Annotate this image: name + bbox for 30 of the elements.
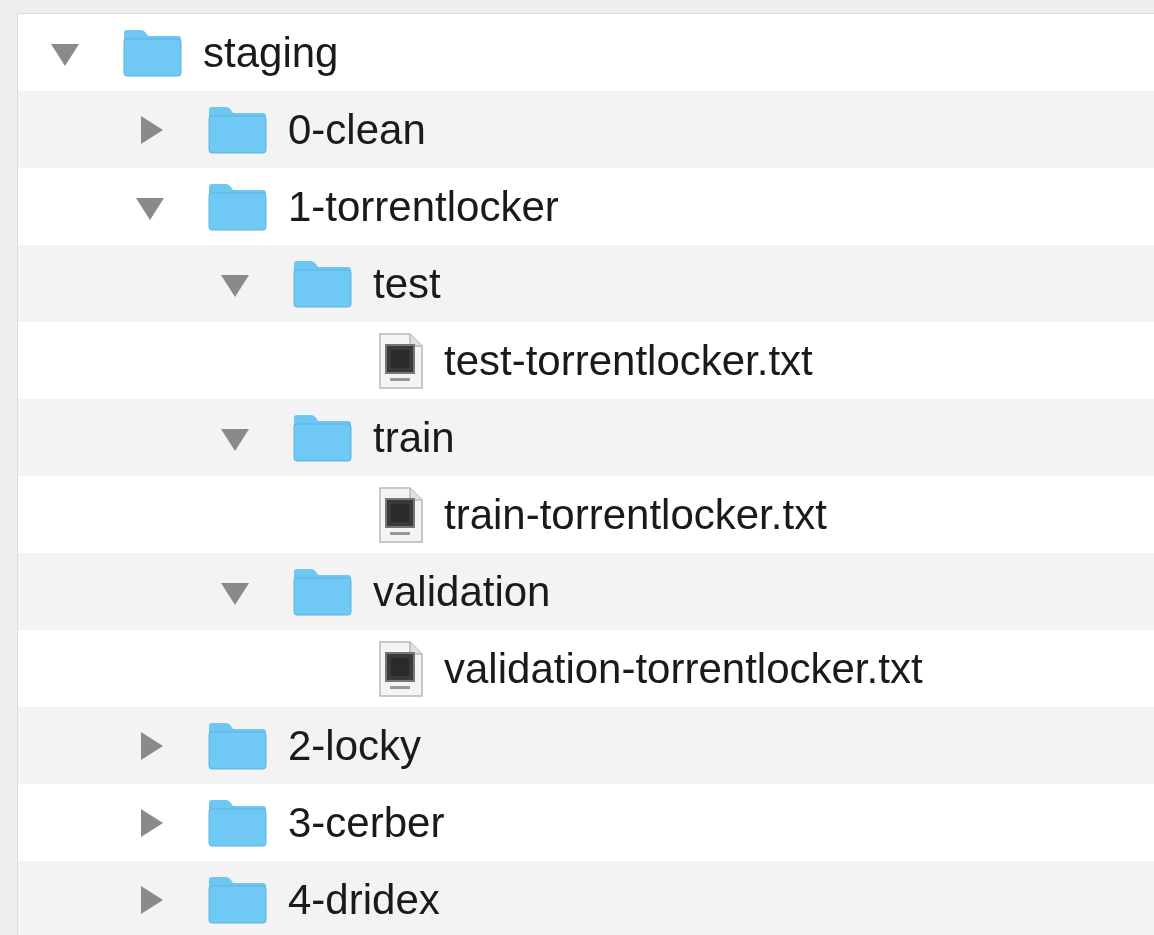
folder-icon (206, 182, 268, 231)
text-file-icon (376, 332, 424, 389)
folder-icon (206, 875, 268, 924)
text-file-icon (376, 486, 424, 543)
folder-name: train (373, 413, 455, 463)
text-file-icon (376, 640, 424, 697)
folder-icon (206, 105, 268, 154)
folder-name: validation (373, 567, 551, 617)
folder-name: 1-torrentlocker (288, 182, 559, 232)
folder-name: 0-clean (288, 105, 426, 155)
file-name: train-torrentlocker.txt (444, 490, 827, 540)
folder-row[interactable]: train (18, 399, 1154, 476)
folder-name: test (373, 259, 441, 309)
folder-row[interactable]: 4-dridex (18, 861, 1154, 935)
file-name: validation-torrentlocker.txt (444, 644, 923, 694)
folder-icon (206, 721, 268, 770)
folder-name: 2-locky (288, 721, 422, 771)
folder-name: 4-dridex (288, 875, 440, 925)
folder-icon (121, 28, 183, 77)
folder-icon (206, 798, 268, 847)
file-name: test-torrentlocker.txt (444, 336, 813, 386)
folder-row[interactable]: validation (18, 553, 1154, 630)
folder-icon (291, 567, 353, 616)
folder-icon (291, 259, 353, 308)
folder-row[interactable]: test (18, 245, 1154, 322)
folder-name: 3-cerber (288, 798, 445, 848)
folder-name: staging (203, 28, 339, 78)
folder-row[interactable]: 2-locky (18, 707, 1154, 784)
folder-icon (291, 413, 353, 462)
folder-row[interactable]: 0-clean (18, 91, 1154, 168)
